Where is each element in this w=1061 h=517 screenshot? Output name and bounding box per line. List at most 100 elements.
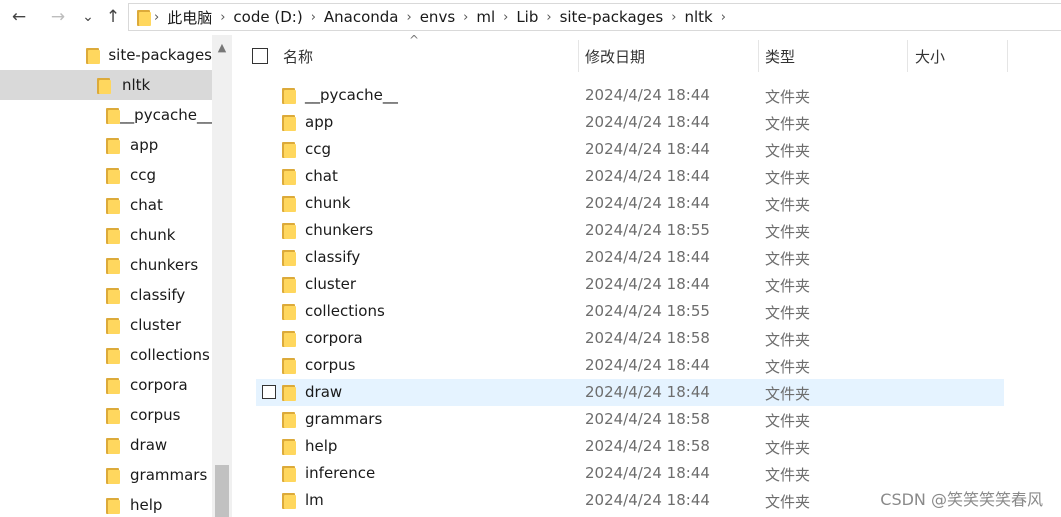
file-type: 文件夹 [765, 412, 811, 430]
nav-scrollbar[interactable]: ▲ [212, 35, 232, 517]
nav-tree-item[interactable]: __pycache__ [0, 100, 212, 130]
file-modified: 2024/4/24 18:55 [585, 302, 710, 320]
file-row[interactable]: chunkers 2024/4/24 18:55 文件夹 [256, 217, 1004, 244]
folder-icon [282, 384, 296, 401]
nav-tree-item[interactable]: help [0, 490, 212, 517]
breadcrumb-separator[interactable]: › [462, 10, 469, 25]
file-row[interactable]: chat 2024/4/24 18:44 文件夹 [256, 163, 1004, 190]
breadcrumb-separator[interactable]: › [153, 10, 160, 25]
file-name: lm [305, 491, 324, 509]
column-header-size[interactable]: 大小 [915, 38, 945, 74]
breadcrumb-item[interactable]: site-packages [553, 8, 671, 26]
file-row[interactable]: classify 2024/4/24 18:44 文件夹 [256, 244, 1004, 271]
column-divider[interactable] [907, 40, 908, 72]
file-modified: 2024/4/24 18:44 [585, 464, 710, 482]
file-modified: 2024/4/24 18:44 [585, 86, 710, 104]
breadcrumb-separator[interactable]: › [545, 10, 552, 25]
nav-tree-item[interactable]: corpus [0, 400, 212, 430]
file-modified: 2024/4/24 18:44 [585, 194, 710, 212]
forward-button[interactable]: → [47, 6, 69, 28]
file-row[interactable]: corpus 2024/4/24 18:44 文件夹 [256, 352, 1004, 379]
folder-icon [282, 303, 296, 320]
column-divider[interactable] [578, 40, 579, 72]
nav-tree-item[interactable]: grammars [0, 460, 212, 490]
file-row[interactable]: chunk 2024/4/24 18:44 文件夹 [256, 190, 1004, 217]
breadcrumb-item[interactable]: ml [469, 8, 502, 26]
column-header-type[interactable]: 类型 [765, 38, 795, 74]
watermark: CSDN @笑笑笑笑春风 [880, 490, 1043, 509]
breadcrumb-separator[interactable]: › [502, 10, 509, 25]
nav-tree-item[interactable]: cluster [0, 310, 212, 340]
nav-tree-item[interactable]: chat [0, 190, 212, 220]
file-row[interactable]: help 2024/4/24 18:58 文件夹 [256, 433, 1004, 460]
folder-icon [137, 9, 151, 26]
file-modified: 2024/4/24 18:58 [585, 410, 710, 428]
scrollbar-thumb[interactable] [215, 465, 229, 517]
up-button[interactable]: ↑ [102, 6, 124, 28]
breadcrumb-item[interactable]: code (D:) [226, 8, 309, 26]
address-bar[interactable]: › 此电脑 › code (D:) › Anaconda › envs › ml › Lib › site… [128, 3, 1061, 31]
column-divider[interactable] [758, 40, 759, 72]
folder-icon [106, 497, 120, 514]
breadcrumb-item[interactable]: envs [413, 8, 462, 26]
breadcrumb-separator[interactable]: › [406, 10, 413, 25]
file-name: collections [305, 302, 385, 320]
file-modified: 2024/4/24 18:44 [585, 113, 710, 131]
breadcrumb-separator[interactable]: › [720, 10, 727, 25]
file-name: corpora [305, 329, 363, 347]
nav-tree-item[interactable]: nltk [0, 70, 212, 100]
nav-tree-item[interactable]: ccg [0, 160, 212, 190]
file-row[interactable]: app 2024/4/24 18:44 文件夹 [256, 109, 1004, 136]
nav-tree-item[interactable]: site-packages [0, 40, 212, 70]
breadcrumb-separator[interactable]: › [670, 10, 677, 25]
nav-tree-item[interactable]: collections [0, 340, 212, 370]
file-row[interactable]: __pycache__ 2024/4/24 18:44 文件夹 [256, 82, 1004, 109]
breadcrumb-item[interactable]: nltk [677, 8, 719, 26]
folder-icon [282, 249, 296, 266]
file-row[interactable]: corpora 2024/4/24 18:58 文件夹 [256, 325, 1004, 352]
file-row[interactable]: inference 2024/4/24 18:44 文件夹 [256, 460, 1004, 487]
file-name: draw [305, 383, 343, 401]
breadcrumb-item[interactable]: Lib [509, 8, 545, 26]
file-modified: 2024/4/24 18:44 [585, 383, 710, 401]
nav-tree-label: classify [130, 286, 186, 304]
select-all-checkbox[interactable] [252, 48, 268, 64]
nav-tree-item[interactable]: chunkers [0, 250, 212, 280]
file-name: classify [305, 248, 361, 266]
file-modified: 2024/4/24 18:44 [585, 356, 710, 374]
back-button[interactable]: ← [8, 6, 30, 28]
file-modified: 2024/4/24 18:44 [585, 275, 710, 293]
breadcrumb-separator[interactable]: › [219, 10, 226, 25]
file-row[interactable]: draw 2024/4/24 18:44 文件夹 [256, 379, 1004, 406]
nav-tree-item[interactable]: app [0, 130, 212, 160]
nav-tree-label: help [130, 496, 163, 514]
nav-tree-item[interactable]: draw [0, 430, 212, 460]
file-row[interactable]: ccg 2024/4/24 18:44 文件夹 [256, 136, 1004, 163]
nav-tree-item[interactable]: chunk [0, 220, 212, 250]
file-type: 文件夹 [765, 142, 811, 160]
file-row[interactable]: collections 2024/4/24 18:55 文件夹 [256, 298, 1004, 325]
row-checkbox[interactable] [262, 385, 276, 399]
file-row[interactable]: cluster 2024/4/24 18:44 文件夹 [256, 271, 1004, 298]
file-row[interactable]: grammars 2024/4/24 18:58 文件夹 [256, 406, 1004, 433]
folder-icon [282, 492, 296, 509]
nav-tree-label: collections [130, 346, 210, 364]
file-name: inference [305, 464, 376, 482]
file-type: 文件夹 [765, 169, 811, 187]
file-modified: 2024/4/24 18:58 [585, 437, 710, 455]
scroll-up-arrow[interactable]: ▲ [212, 41, 232, 54]
breadcrumb-item[interactable]: 此电脑 [160, 7, 219, 28]
folder-icon [106, 137, 120, 154]
folder-icon [282, 276, 296, 293]
file-type: 文件夹 [765, 331, 811, 349]
recent-locations-button[interactable]: ⌄ [77, 6, 99, 28]
breadcrumb-item[interactable]: Anaconda [317, 8, 406, 26]
column-divider[interactable] [1007, 40, 1008, 72]
file-type: 文件夹 [765, 277, 811, 295]
breadcrumb-separator[interactable]: › [310, 10, 317, 25]
column-header-modified[interactable]: 修改日期 [585, 38, 645, 74]
sort-indicator: ^ [409, 33, 420, 47]
column-header-name[interactable]: 名称 [283, 38, 313, 74]
nav-tree-item[interactable]: classify [0, 280, 212, 310]
nav-tree-item[interactable]: corpora [0, 370, 212, 400]
